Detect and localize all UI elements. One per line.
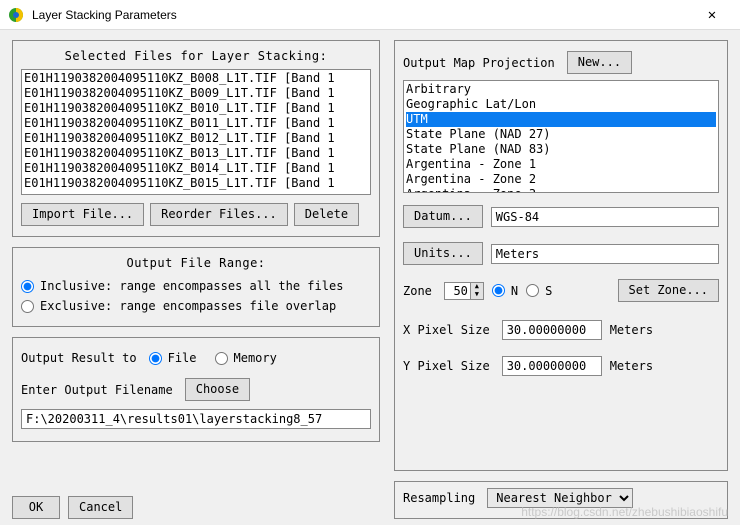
- import-file-button[interactable]: Import File...: [21, 203, 144, 226]
- list-item[interactable]: E01H1190382004095110KZ_B011_L1T.TIF [Ban…: [24, 116, 368, 131]
- list-item[interactable]: Geographic Lat/Lon: [406, 97, 716, 112]
- resampling-group: Resampling Nearest Neighbor: [394, 481, 728, 519]
- zone-s-radio-input[interactable]: [526, 284, 539, 297]
- list-item[interactable]: Argentina - Zone 1: [406, 157, 716, 172]
- datum-button[interactable]: Datum...: [403, 205, 483, 228]
- output-result-label: Output Result to: [21, 351, 137, 365]
- list-item[interactable]: E01H1190382004095110KZ_B010_L1T.TIF [Ban…: [24, 101, 368, 116]
- reorder-files-button[interactable]: Reorder Files...: [150, 203, 288, 226]
- selected-files-label: Selected Files for Layer Stacking:: [21, 49, 371, 63]
- files-listbox[interactable]: E01H1190382004095110KZ_B008_L1T.TIF [Ban…: [21, 69, 371, 195]
- cancel-button[interactable]: Cancel: [68, 496, 133, 519]
- window-title: Layer Stacking Parameters: [32, 8, 692, 22]
- choose-button[interactable]: Choose: [185, 378, 250, 401]
- zone-spinner[interactable]: ▲▼: [444, 282, 484, 300]
- list-item[interactable]: E01H1190382004095110KZ_B012_L1T.TIF [Ban…: [24, 131, 368, 146]
- zone-s-radio[interactable]: S: [526, 284, 552, 298]
- list-item[interactable]: E01H1190382004095110KZ_B014_L1T.TIF [Ban…: [24, 161, 368, 176]
- zone-input[interactable]: [444, 282, 470, 300]
- x-pixel-label: X Pixel Size: [403, 323, 490, 337]
- output-range-label: Output File Range:: [21, 256, 371, 270]
- projection-listbox[interactable]: ArbitraryGeographic Lat/LonUTMState Plan…: [403, 80, 719, 193]
- zone-label: Zone: [403, 284, 432, 298]
- zone-n-radio-input[interactable]: [492, 284, 505, 297]
- ok-button[interactable]: OK: [12, 496, 60, 519]
- list-item[interactable]: E01H1190382004095110KZ_B009_L1T.TIF [Ban…: [24, 86, 368, 101]
- resampling-select[interactable]: Nearest Neighbor: [487, 488, 633, 508]
- output-memory-radio-input[interactable]: [215, 352, 228, 365]
- zone-s-label: S: [545, 284, 552, 298]
- inclusive-radio-input[interactable]: [21, 280, 34, 293]
- list-item[interactable]: UTM: [406, 112, 716, 127]
- output-filename-input[interactable]: [21, 409, 371, 429]
- datum-value: WGS-84: [491, 207, 719, 227]
- titlebar: Layer Stacking Parameters ✕: [0, 0, 740, 30]
- output-file-radio-input[interactable]: [149, 352, 162, 365]
- units-button[interactable]: Units...: [403, 242, 483, 265]
- exclusive-radio-label: Exclusive: range encompasses file overla…: [40, 299, 336, 313]
- enter-output-label: Enter Output Filename: [21, 383, 173, 397]
- output-result-group: Output Result to File Memory Enter Outpu…: [12, 337, 380, 442]
- new-projection-button[interactable]: New...: [567, 51, 632, 74]
- output-file-radio-label: File: [168, 351, 197, 365]
- list-item[interactable]: State Plane (NAD 83): [406, 142, 716, 157]
- list-item[interactable]: State Plane (NAD 27): [406, 127, 716, 142]
- list-item[interactable]: Arbitrary: [406, 82, 716, 97]
- zone-spin-down[interactable]: ▼: [471, 291, 483, 299]
- delete-button[interactable]: Delete: [294, 203, 359, 226]
- list-item[interactable]: Argentina - Zone 2: [406, 172, 716, 187]
- close-icon[interactable]: ✕: [692, 7, 732, 23]
- output-map-projection-label: Output Map Projection: [403, 56, 555, 70]
- x-pixel-input[interactable]: [502, 320, 602, 340]
- output-memory-radio-label: Memory: [234, 351, 277, 365]
- zone-n-radio[interactable]: N: [492, 284, 518, 298]
- selected-files-group: Selected Files for Layer Stacking: E01H1…: [12, 40, 380, 237]
- output-memory-radio[interactable]: Memory: [215, 351, 277, 365]
- inclusive-radio[interactable]: Inclusive: range encompasses all the fil…: [21, 279, 343, 293]
- output-file-radio[interactable]: File: [149, 351, 197, 365]
- list-item[interactable]: E01H1190382004095110KZ_B008_L1T.TIF [Ban…: [24, 71, 368, 86]
- exclusive-radio[interactable]: Exclusive: range encompasses file overla…: [21, 299, 336, 313]
- zone-n-label: N: [511, 284, 518, 298]
- exclusive-radio-input[interactable]: [21, 300, 34, 313]
- units-value: Meters: [491, 244, 719, 264]
- list-item[interactable]: Argentina - Zone 3: [406, 187, 716, 193]
- x-pixel-units: Meters: [610, 323, 653, 337]
- y-pixel-label: Y Pixel Size: [403, 359, 490, 373]
- projection-group: Output Map Projection New... ArbitraryGe…: [394, 40, 728, 471]
- list-item[interactable]: E01H1190382004095110KZ_B013_L1T.TIF [Ban…: [24, 146, 368, 161]
- app-icon: [8, 7, 24, 23]
- resampling-label: Resampling: [403, 491, 475, 505]
- output-range-group: Output File Range: Inclusive: range enco…: [12, 247, 380, 327]
- y-pixel-input[interactable]: [502, 356, 602, 376]
- inclusive-radio-label: Inclusive: range encompasses all the fil…: [40, 279, 343, 293]
- list-item[interactable]: E01H1190382004095110KZ_B015_L1T.TIF [Ban…: [24, 176, 368, 191]
- y-pixel-units: Meters: [610, 359, 653, 373]
- set-zone-button[interactable]: Set Zone...: [618, 279, 719, 302]
